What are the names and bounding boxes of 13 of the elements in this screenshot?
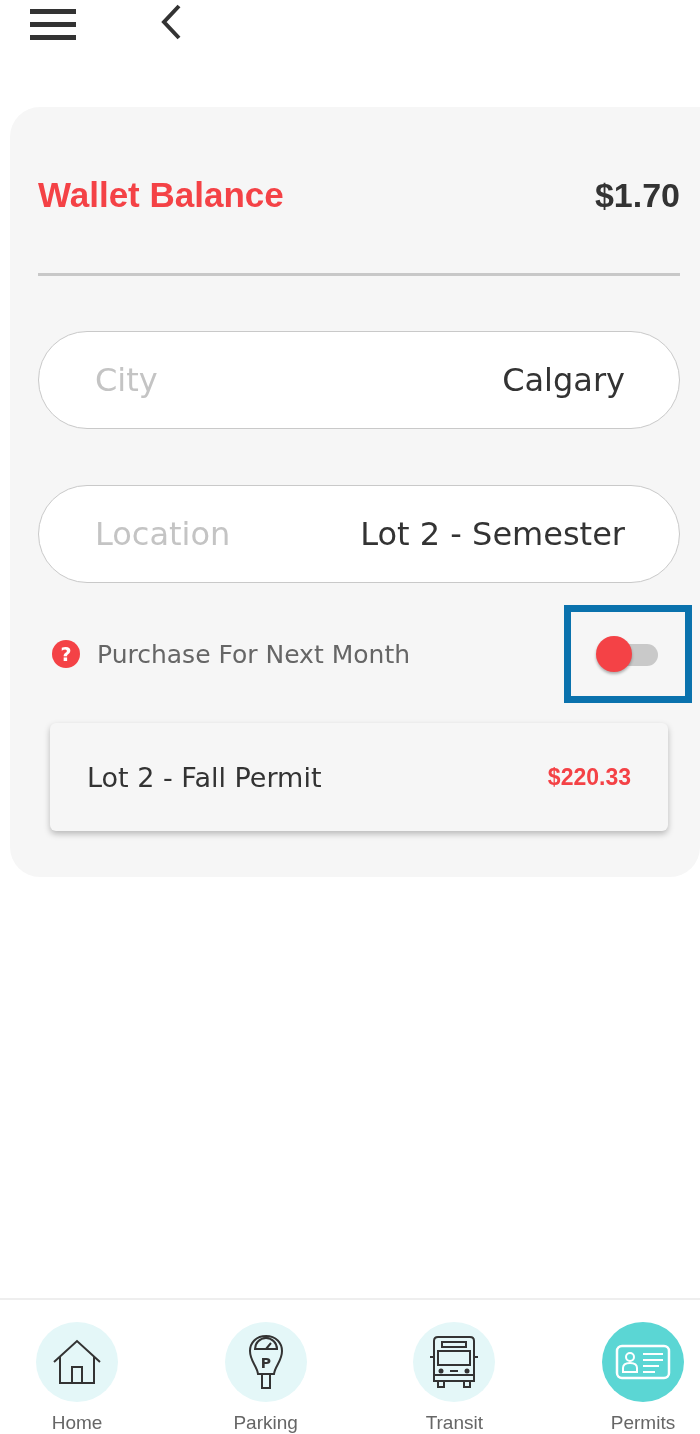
house-icon — [52, 1339, 102, 1385]
back-icon[interactable] — [160, 4, 182, 40]
wallet-title: Wallet Balance — [38, 175, 284, 215]
permit-name: Lot 2 - Fall Permit — [87, 761, 322, 793]
wallet-balance: $1.70 — [594, 175, 680, 215]
select-field[interactable]: City Calgary — [38, 331, 680, 429]
select-field[interactable]: Location Lot 2 - Semester — [38, 485, 680, 583]
permit-card[interactable]: Lot 2 - Fall Permit $220.33 — [50, 723, 668, 831]
menu-icon[interactable] — [30, 9, 76, 41]
id-card-icon — [614, 1344, 671, 1380]
help-icon[interactable]: ? — [52, 640, 80, 668]
permit-price: $220.33 — [547, 763, 631, 791]
toggle-label: Purchase For Next Month — [97, 639, 412, 669]
